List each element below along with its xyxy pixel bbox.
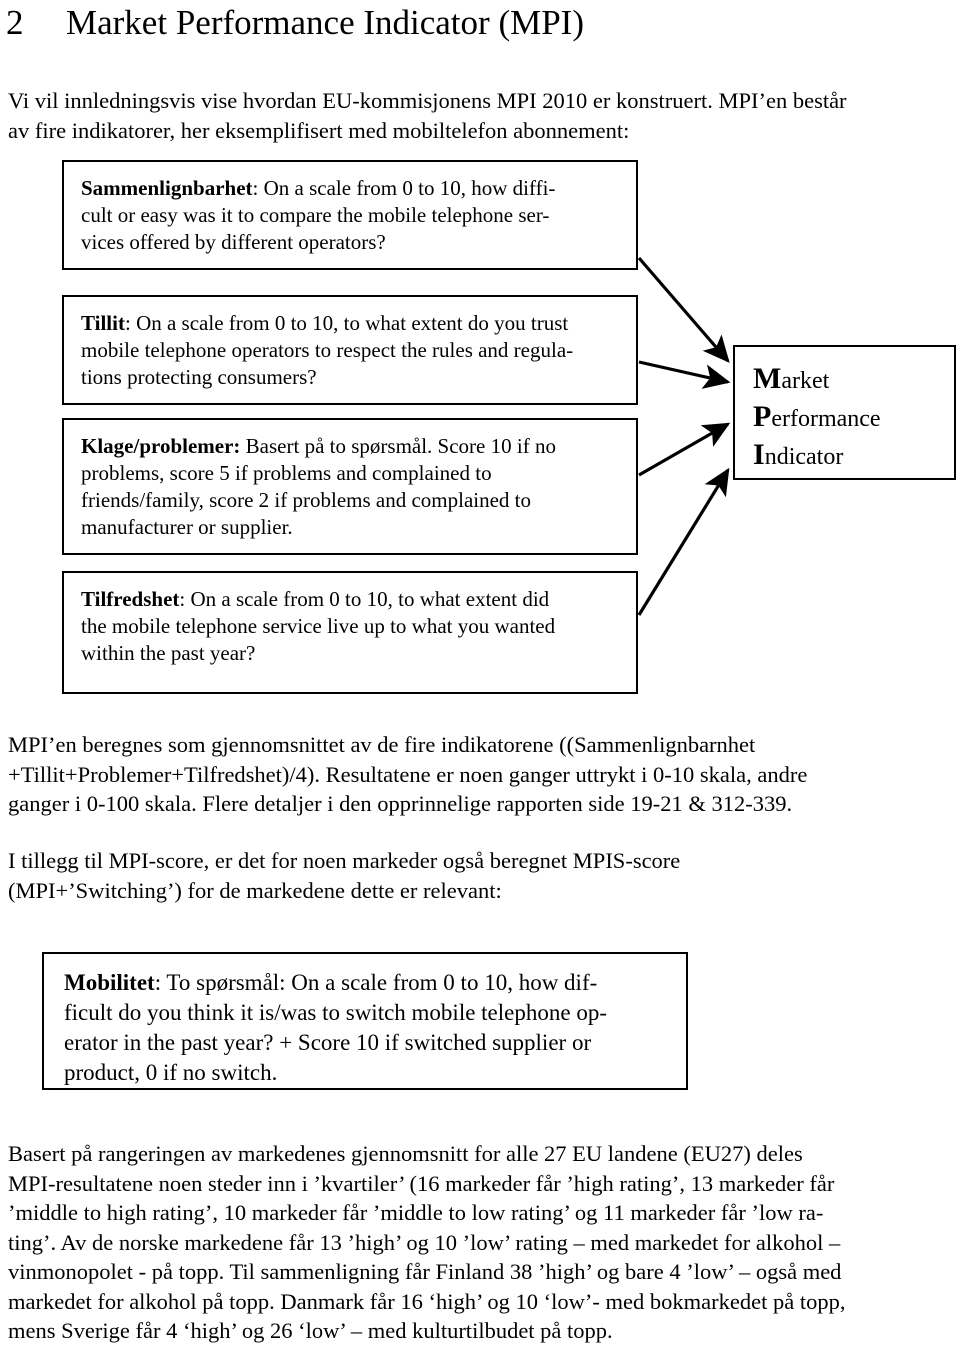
- indicator-text-sammenlignbarhet-line-3: vices offered by different operators?: [81, 230, 386, 254]
- mpi-calculation-paragraph: MPI’en beregnes som gjennomsnittet av de…: [8, 730, 952, 819]
- indicator-text-klage-line-1: Basert på to spørsmål. Score 10 if no: [240, 434, 556, 458]
- indicator-text-tilfredshet-line-2: the mobile telephone service live up to …: [81, 614, 556, 638]
- ranking-line-6: markedet for alkohol på topp. Danmark få…: [8, 1288, 846, 1314]
- indicator-box-mobilitet: Mobilitet: To spørsmål: On a scale from …: [42, 952, 688, 1090]
- ranking-line-4: ting’. Av de norske markedene får 13 ’hi…: [8, 1229, 841, 1255]
- ranking-line-2: MPI-resultatene noen steder inn i ’kvart…: [8, 1170, 835, 1196]
- indicator-text-tilfredshet-line-3: within the past year?: [81, 641, 256, 665]
- indicator-label-tilfredshet: Tilfredshet: [81, 587, 180, 611]
- indicator-text-sammenlignbarhet-line-2: cult or easy was it to compare the mobil…: [81, 203, 550, 227]
- ranking-line-5: vinmonopolet - på topp. Til sammenlignin…: [8, 1259, 842, 1284]
- mpi-line-2: Performance: [753, 399, 954, 437]
- mpi-calc-line-2: +Tillit+Problemer+Tilfredshet)/4). Resul…: [8, 761, 808, 787]
- indicator-label-tillit: Tillit: [81, 311, 125, 335]
- indicator-label-klage: Klage/problemer:: [81, 434, 241, 458]
- arrow-sammenlignbarhet-to-mpi: [637, 256, 730, 363]
- indicator-box-sammenlignbarhet: Sammenlignbarhet: On a scale from 0 to 1…: [62, 160, 638, 270]
- indicator-text-klage-line-2: problems, score 5 if problems and compla…: [81, 461, 492, 485]
- mpi-line-2-rest: erformance: [771, 406, 881, 432]
- section-number: 2: [6, 3, 24, 42]
- ranking-line-3: ’middle to high rating’, 10 markeder får…: [8, 1200, 824, 1225]
- mpi-line-1-capital: M: [753, 362, 782, 395]
- indicator-text-mobilitet-line-1: To spørsmål: On a scale from 0 to 10, ho…: [161, 970, 598, 995]
- indicator-text-klage-line-3: friends/family, score 2 if problems and …: [81, 488, 532, 512]
- intro-line-1: Vi vil innledningsvis vise hvordan EU-ko…: [8, 88, 847, 113]
- mpi-line-2-capital: P: [753, 400, 772, 433]
- mpis-paragraph: I tillegg til MPI-score, er det for noen…: [8, 846, 952, 905]
- mpi-line-1-rest: arket: [781, 368, 830, 394]
- mpi-calc-line-1: MPI’en beregnes som gjennomsnittet av de…: [8, 732, 756, 757]
- indicator-text-mobilitet-line-2: ficult do you think it is/was to switch …: [64, 1000, 607, 1025]
- indicator-box-tilfredshet: Tilfredshet: On a scale from 0 to 10, to…: [62, 571, 638, 694]
- ranking-line-7: mens Sverige får 4 ‘high’ og 26 ‘low’ – …: [8, 1318, 613, 1343]
- mpis-line-2: (MPI+’Switching’) for de markedene dette…: [8, 877, 502, 903]
- indicator-text-mobilitet-line-4: product, 0 if no switch.: [64, 1060, 278, 1085]
- mpi-target-box: Market Performance Indicator: [733, 345, 956, 480]
- section-title-text: Market Performance Indicator (MPI): [66, 3, 584, 42]
- arrow-tillit-to-mpi: [638, 360, 731, 389]
- intro-paragraph: Vi vil innledningsvis vise hvordan EU-ko…: [8, 86, 952, 145]
- mpi-line-3-capital: I: [753, 438, 765, 471]
- indicator-text-tillit-line-1: On a scale from 0 to 10, to what extent …: [130, 311, 569, 335]
- indicator-label-mobilitet: Mobilitet: [64, 970, 155, 995]
- indicator-box-klage-problemer: Klage/problemer: Basert på to spørsmål. …: [62, 418, 638, 555]
- indicator-text-tillit-line-2: mobile telephone operators to respect th…: [81, 338, 574, 362]
- arrow-tilfredshet-to-mpi: [637, 467, 730, 616]
- mpi-line-3: Indicator: [753, 437, 954, 475]
- indicator-text-tilfredshet-line-1: On a scale from 0 to 10, to what extent …: [185, 587, 550, 611]
- arrow-klage-to-mpi: [638, 422, 731, 477]
- mpis-line-1: I tillegg til MPI-score, er det for noen…: [8, 848, 681, 873]
- indicator-text-tillit-line-3: tions protecting consumers?: [81, 365, 317, 389]
- mpi-line-1: Market: [753, 361, 954, 399]
- page-title: 2 Market Performance Indicator (MPI): [6, 2, 946, 44]
- indicator-text-sammenlignbarhet-line-1: On a scale from 0 to 10, how diffi-: [258, 176, 556, 200]
- mpi-calc-line-3: ganger i 0-100 skala. Flere detaljer i d…: [8, 791, 793, 816]
- mpi-line-3-rest: ndicator: [764, 444, 844, 470]
- indicator-box-tillit: Tillit: On a scale from 0 to 10, to what…: [62, 295, 638, 405]
- intro-line-2: av fire indikatorer, her eksemplifisert …: [8, 117, 630, 143]
- ranking-paragraph: Basert på rangeringen av markedenes gjen…: [8, 1139, 952, 1346]
- ranking-line-1: Basert på rangeringen av markedenes gjen…: [8, 1141, 803, 1166]
- indicator-text-klage-line-4: manufacturer or supplier.: [81, 515, 293, 539]
- indicator-text-mobilitet-line-3: erator in the past year? + Score 10 if s…: [64, 1030, 592, 1055]
- indicator-label-sammenlignbarhet: Sammenlignbarhet: [81, 176, 253, 200]
